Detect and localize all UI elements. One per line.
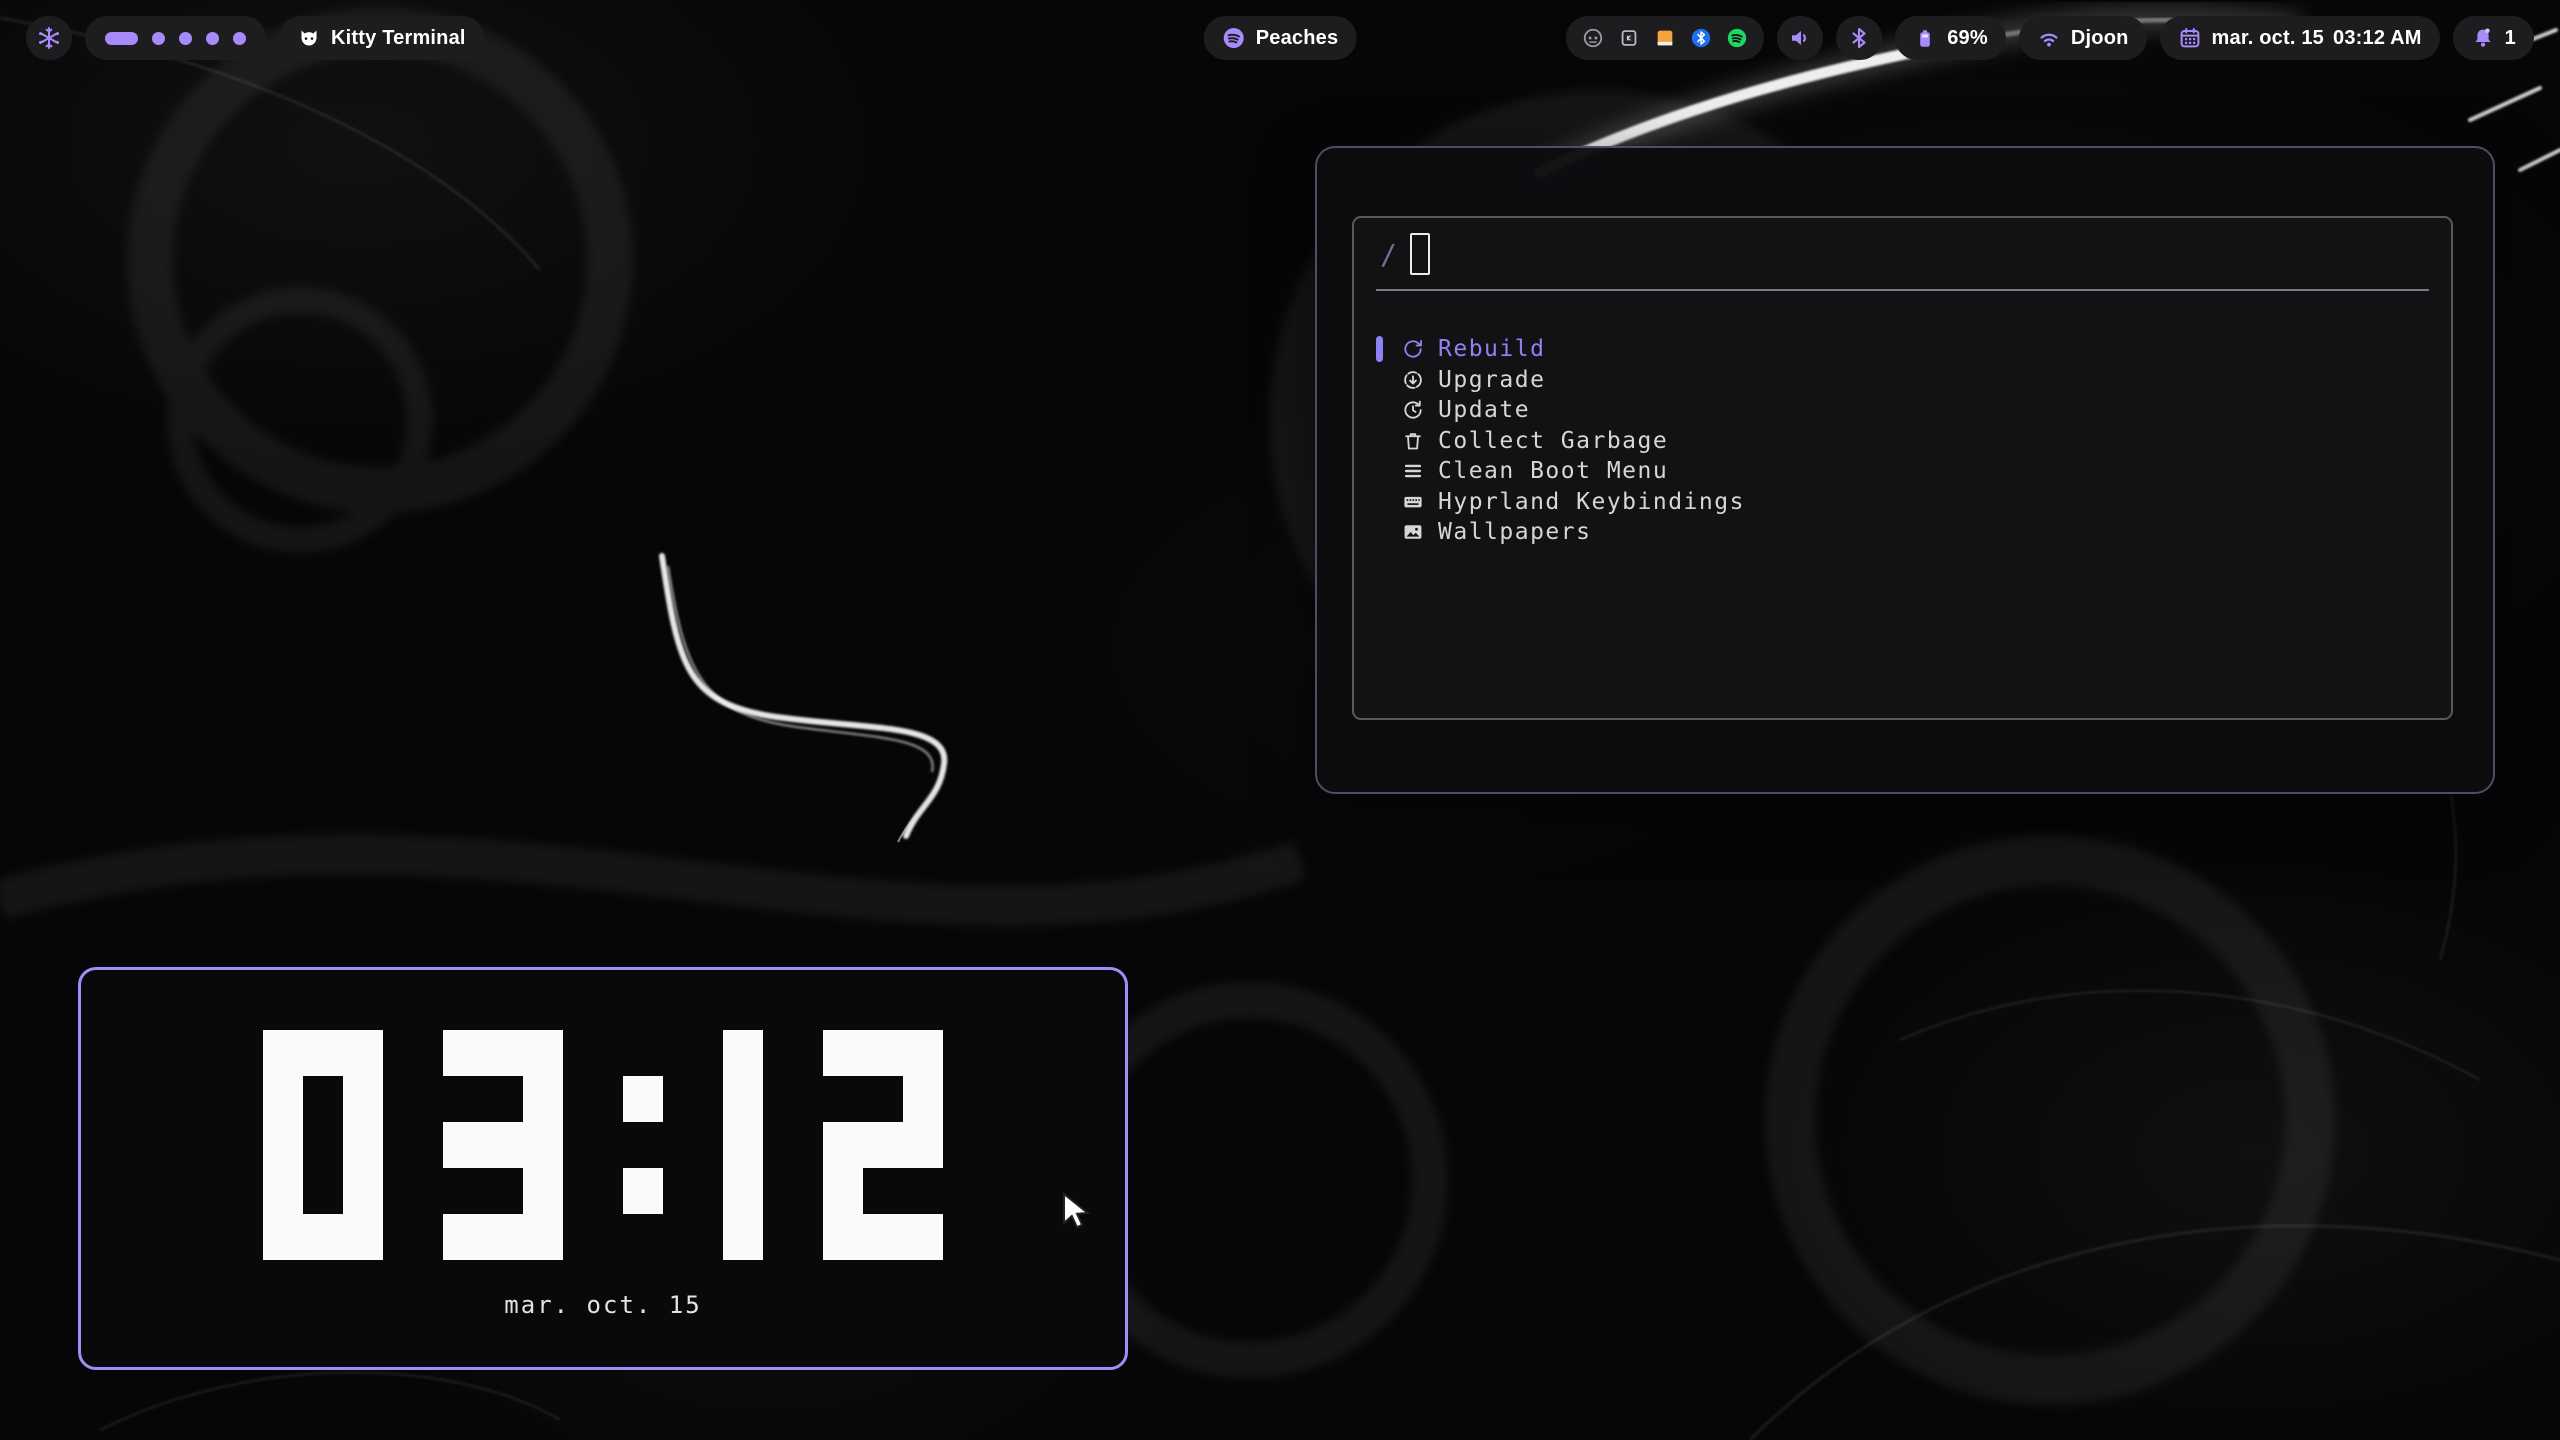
search-prompt: / — [1380, 238, 1397, 271]
clock-digit-0 — [263, 1030, 383, 1260]
media-title: Peaches — [1256, 27, 1339, 50]
network-pill[interactable]: Djoon — [2019, 16, 2147, 60]
launcher-item-label: Collect Garbage — [1438, 428, 1668, 454]
clock-pill[interactable]: mar. oct. 15 03:12 AM — [2160, 16, 2440, 60]
battery-icon — [1913, 26, 1937, 50]
history-clock-icon — [1402, 399, 1424, 421]
workspaces-indicator[interactable] — [85, 16, 266, 60]
selection-indicator — [1376, 519, 1383, 545]
selection-indicator — [1376, 428, 1383, 454]
media-pill[interactable]: Peaches — [1204, 16, 1357, 60]
clock-digit-3 — [443, 1030, 563, 1260]
launcher-item-label: Update — [1438, 397, 1530, 423]
workspace-1[interactable] — [105, 32, 138, 45]
battery-level: 69% — [1947, 27, 1988, 50]
notification-count: 1 — [2505, 27, 2516, 50]
top-bar-right: 69% Djoon mar. oct. 15 — [1566, 16, 2534, 60]
trash-icon — [1402, 430, 1424, 452]
workspace-4[interactable] — [206, 32, 219, 45]
launcher-item-upgrade[interactable]: Upgrade — [1376, 365, 2451, 396]
bluetooth-badge-icon — [1690, 27, 1712, 49]
calendar-icon — [2178, 26, 2202, 50]
list-icon — [1402, 460, 1424, 482]
notifications-pill[interactable]: 1 — [2453, 16, 2534, 60]
launcher-item-wallpapers[interactable]: Wallpapers — [1376, 517, 2451, 548]
wifi-icon — [2037, 26, 2061, 50]
selection-indicator — [1376, 367, 1383, 393]
top-bar-left: Kitty Terminal — [26, 16, 484, 60]
selection-indicator — [1376, 397, 1383, 423]
camera-lens-icon — [1582, 27, 1604, 49]
active-window-pill[interactable]: Kitty Terminal — [279, 16, 484, 60]
text-cursor — [1410, 233, 1430, 275]
frame-app-icon — [1618, 27, 1640, 49]
clock-widget: mar. oct. 15 — [78, 967, 1128, 1370]
clock-digit-colon — [623, 1030, 663, 1260]
snowflake-icon — [37, 26, 61, 50]
wifi-name: Djoon — [2071, 27, 2129, 50]
search-input[interactable]: / — [1354, 218, 2451, 280]
system-tray[interactable] — [1566, 16, 1764, 60]
selection-indicator — [1376, 489, 1383, 515]
clock-digit-2 — [823, 1030, 943, 1260]
bluetooth-pill[interactable] — [1836, 16, 1882, 60]
arrow-down-circle-icon — [1402, 369, 1424, 391]
bar-time: 03:12 AM — [2333, 27, 2422, 50]
launcher-item-label: Hyprland Keybindings — [1438, 489, 1745, 515]
launcher-item-rebuild[interactable]: Rebuild — [1376, 334, 2451, 365]
clock-time — [81, 1030, 1125, 1260]
orange-app-icon — [1654, 27, 1676, 49]
launcher-item-list: Rebuild Upgrade Update Collect Garbage Clean… — [1354, 334, 2451, 548]
bluetooth-icon — [1847, 26, 1871, 50]
spotify-tray-icon — [1726, 27, 1748, 49]
launcher-item-update[interactable]: Update — [1376, 395, 2451, 426]
clock-digit-1 — [723, 1030, 763, 1260]
search-separator — [1376, 289, 2429, 291]
launcher-item-label: Rebuild — [1438, 336, 1545, 362]
clock-date: mar. oct. 15 — [81, 1291, 1125, 1319]
launcher-button[interactable] — [26, 16, 72, 60]
cat-icon — [297, 26, 321, 50]
launcher-item-label: Clean Boot Menu — [1438, 458, 1668, 484]
launcher-item-clean-boot-menu[interactable]: Clean Boot Menu — [1376, 456, 2451, 487]
keyboard-icon — [1402, 491, 1424, 513]
workspace-3[interactable] — [179, 32, 192, 45]
active-window-title: Kitty Terminal — [331, 27, 466, 50]
selection-indicator — [1376, 458, 1383, 484]
mouse-cursor — [1062, 1192, 1096, 1230]
launcher-panel: / Rebuild Upgrade Update Collect Garbage Cle… — [1352, 216, 2453, 720]
bar-date: mar. oct. 15 — [2212, 27, 2324, 50]
speaker-icon — [1788, 26, 1812, 50]
workspace-5[interactable] — [233, 32, 246, 45]
launcher-item-hyprland-keybindings[interactable]: Hyprland Keybindings — [1376, 487, 2451, 518]
spotify-icon — [1222, 26, 1246, 50]
workspace-2[interactable] — [152, 32, 165, 45]
volume-pill[interactable] — [1777, 16, 1823, 60]
selection-indicator — [1376, 336, 1383, 362]
battery-pill[interactable]: 69% — [1895, 16, 2006, 60]
launcher-item-collect-garbage[interactable]: Collect Garbage — [1376, 426, 2451, 457]
refresh-icon — [1402, 338, 1424, 360]
launcher-item-label: Upgrade — [1438, 367, 1545, 393]
bell-icon — [2471, 26, 2495, 50]
launcher-item-label: Wallpapers — [1438, 519, 1591, 545]
launcher-window: / Rebuild Upgrade Update Collect Garbage Cle… — [1315, 146, 2495, 794]
top-bar: Kitty Terminal Peaches — [0, 0, 2560, 76]
image-icon — [1402, 521, 1424, 543]
